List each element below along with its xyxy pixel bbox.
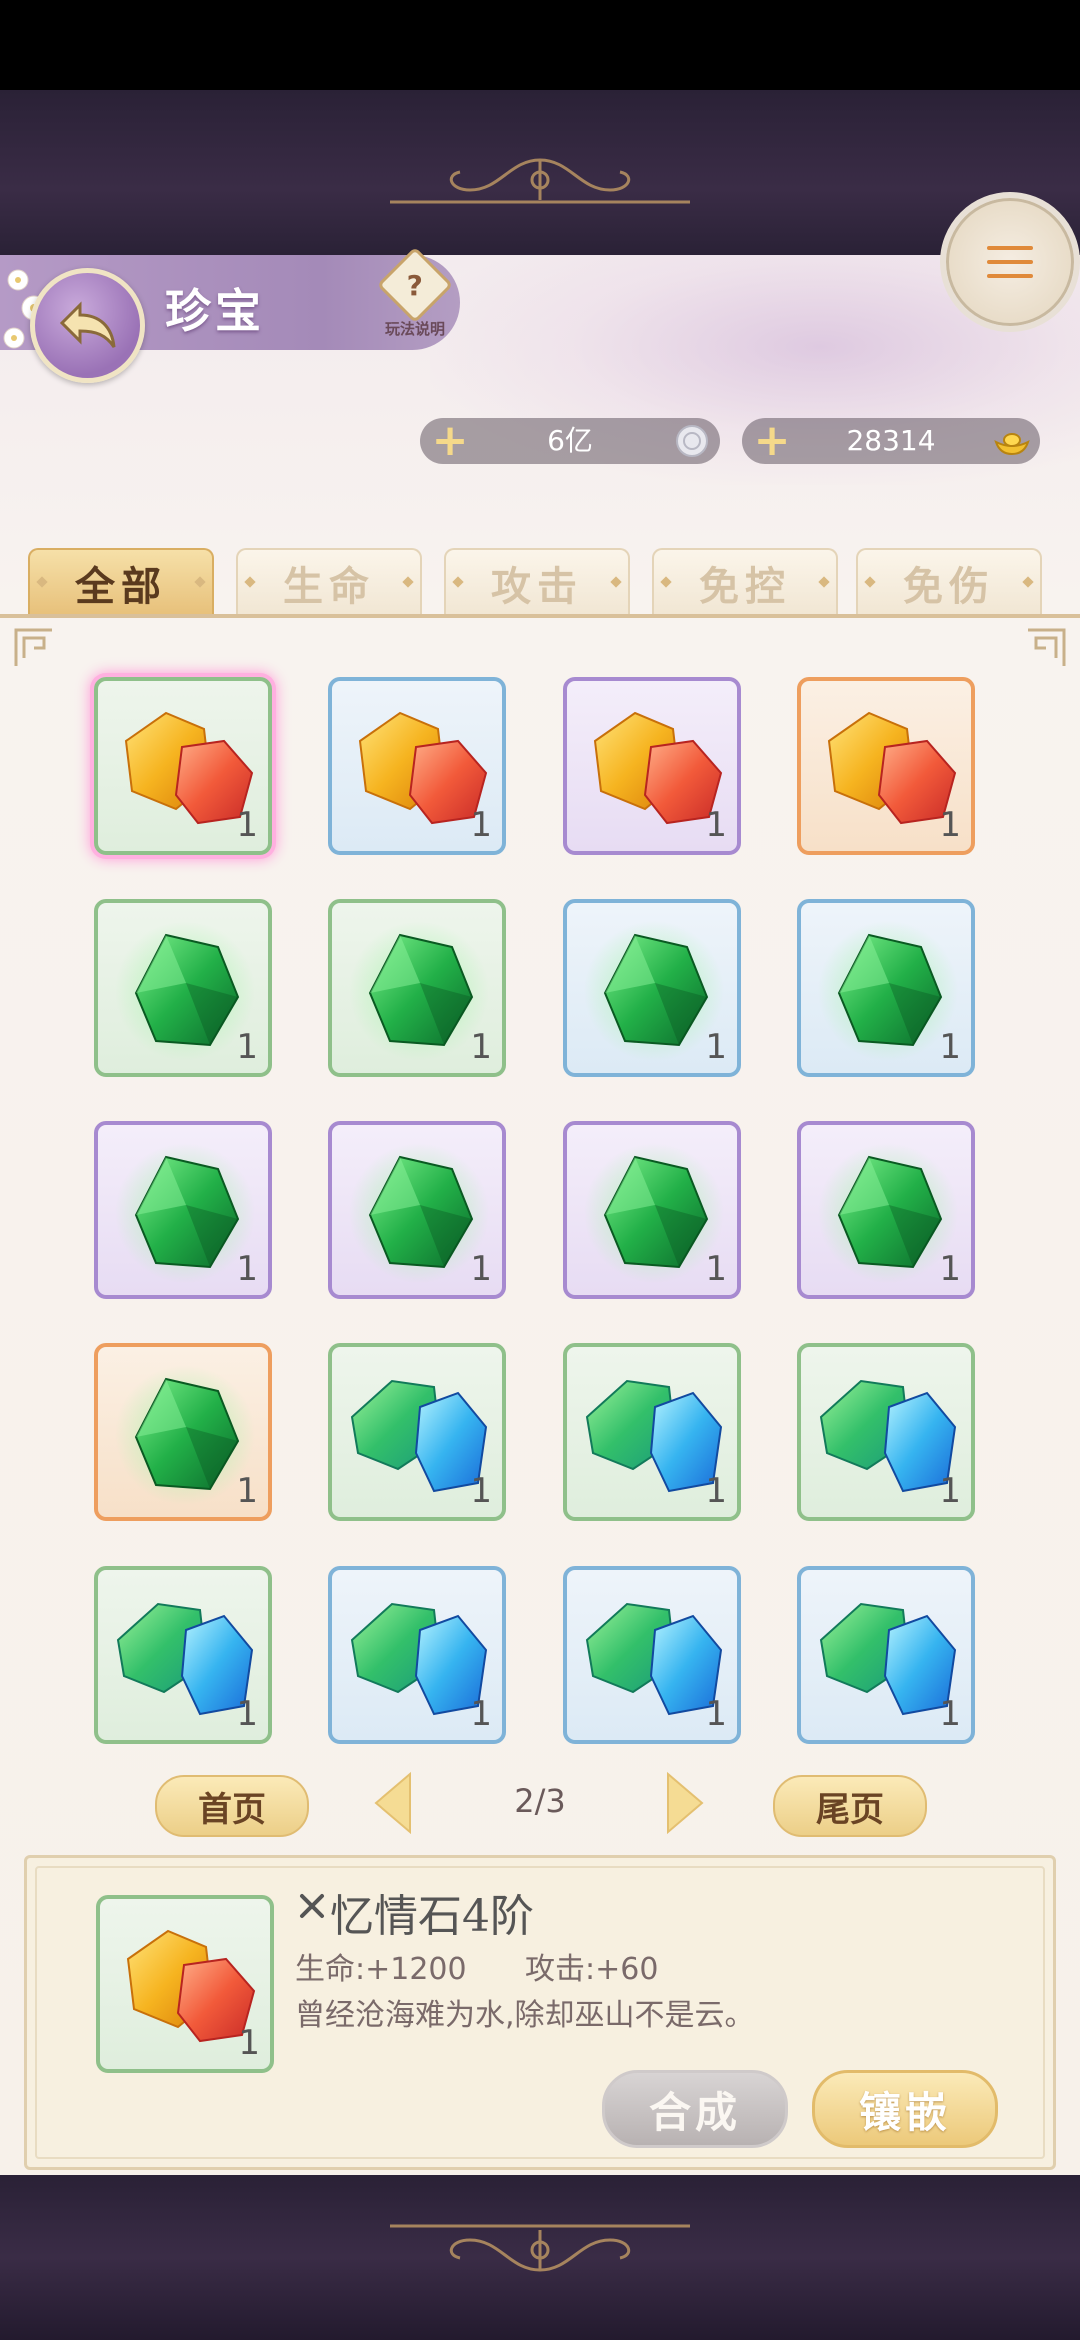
gem-slot[interactable]: 1 <box>563 1121 741 1299</box>
gem-count: 1 <box>236 805 258 845</box>
gem-slot[interactable]: 1 <box>328 899 506 1077</box>
gem-count: 1 <box>470 805 492 845</box>
next-page-arrow-icon[interactable] <box>664 1770 706 1836</box>
gem-slot[interactable]: 1 <box>328 1566 506 1744</box>
status-bar <box>0 0 1080 90</box>
gem-slot[interactable]: 1 <box>328 1343 506 1521</box>
hamburger-menu-icon <box>987 246 1033 278</box>
gem-slot[interactable]: 1 <box>797 1343 975 1521</box>
gem-slot[interactable]: 1 <box>94 1566 272 1744</box>
help-button[interactable]: ? 玩法说明 <box>370 246 460 354</box>
gem-count: 1 <box>470 1471 492 1511</box>
tab-underline <box>0 614 1080 618</box>
last-page-button[interactable]: 尾页 <box>773 1775 927 1837</box>
inlay-button[interactable]: 镶嵌 <box>812 2070 998 2148</box>
corner-ornament-left <box>14 628 52 666</box>
back-button[interactable] <box>30 268 145 383</box>
gem-count: 1 <box>470 1694 492 1734</box>
prev-page-arrow-icon[interactable] <box>372 1770 414 1836</box>
gem-count: 1 <box>705 1027 727 1067</box>
add-silver-button[interactable]: + <box>430 419 470 463</box>
stat-hp: 生命:+1200 <box>295 1952 467 1987</box>
tab-1[interactable]: 生命 <box>236 548 422 616</box>
gem-count: 1 <box>236 1027 258 1067</box>
gem-slot[interactable]: 1 <box>94 1121 272 1299</box>
silver-amount: 6亿 <box>547 424 593 457</box>
gem-count: 1 <box>705 1249 727 1289</box>
question-icon: ? <box>376 246 454 324</box>
gem-count: 1 <box>705 1694 727 1734</box>
silver-coin-icon <box>676 425 708 457</box>
tab-label: 免伤 <box>903 563 995 610</box>
gem-slot[interactable]: 1 <box>563 1566 741 1744</box>
crossed-swords-icon <box>300 1894 324 1918</box>
gem-count: 1 <box>939 805 961 845</box>
gem-slot[interactable]: 1 <box>563 899 741 1077</box>
gem-count: 1 <box>939 1694 961 1734</box>
detail-item-slot: 1 <box>96 1895 274 2073</box>
gem-count: 1 <box>470 1249 492 1289</box>
synthesize-button[interactable]: 合成 <box>602 2070 788 2148</box>
gold-ingot-icon <box>994 433 1030 456</box>
gem-count: 1 <box>705 805 727 845</box>
gem-count: 1 <box>470 1027 492 1067</box>
bottom-decorative-band <box>0 2175 1080 2340</box>
gem-count: 1 <box>236 1249 258 1289</box>
gem-slot[interactable]: 1 <box>797 677 975 855</box>
gem-slot[interactable]: 1 <box>563 1343 741 1521</box>
tab-4[interactable]: 免伤 <box>856 548 1042 616</box>
item-description: 曾经沧海难为水,除却巫山不是云。 <box>295 1998 755 2033</box>
gem-count: 1 <box>705 1471 727 1511</box>
tab-0[interactable]: 全部 <box>28 548 214 616</box>
tab-label: 攻击 <box>491 563 583 610</box>
stat-attack: 攻击:+60 <box>525 1952 659 1987</box>
gold-amount: 28314 <box>846 424 936 457</box>
add-gold-button[interactable]: + <box>752 419 792 463</box>
gem-slot[interactable]: 1 <box>797 1121 975 1299</box>
gem-count: 1 <box>236 1694 258 1734</box>
first-page-button[interactable]: 首页 <box>155 1775 309 1837</box>
tab-label: 生命 <box>283 563 375 610</box>
tab-2[interactable]: 攻击 <box>444 548 630 616</box>
corner-ornament-right <box>1028 628 1066 666</box>
tab-label: 全部 <box>75 563 167 610</box>
detail-item-count: 1 <box>238 2023 260 2063</box>
tab-label: 免控 <box>699 563 791 610</box>
ornament-scroll-top <box>390 150 690 210</box>
tab-3[interactable]: 免控 <box>652 548 838 616</box>
gem-slot[interactable]: 1 <box>94 899 272 1077</box>
ornament-scroll-bottom <box>390 2220 690 2280</box>
gem-slot[interactable]: 1 <box>797 1566 975 1744</box>
gem-count: 1 <box>939 1027 961 1067</box>
currency-gold: + 28314 <box>742 418 1040 464</box>
gem-slot[interactable]: 1 <box>328 677 506 855</box>
gem-slot[interactable]: 1 <box>328 1121 506 1299</box>
gem-slot[interactable]: 1 <box>797 899 975 1077</box>
gem-slot[interactable]: 1 <box>94 1343 272 1521</box>
item-name: 忆情石4阶 <box>330 1891 534 1942</box>
top-decorative-band <box>0 90 1080 255</box>
gem-count: 1 <box>939 1471 961 1511</box>
gem-count: 1 <box>236 1471 258 1511</box>
gem-slot[interactable]: 1 <box>563 677 741 855</box>
gem-count: 1 <box>939 1249 961 1289</box>
page-indicator: 2/3 <box>514 1782 566 1820</box>
page-title: 珍宝 <box>165 284 265 338</box>
currency-silver: + 6亿 <box>420 418 720 464</box>
back-arrow-icon <box>59 300 115 348</box>
gem-slot[interactable]: 1 <box>94 677 272 855</box>
menu-button[interactable] <box>940 192 1080 332</box>
